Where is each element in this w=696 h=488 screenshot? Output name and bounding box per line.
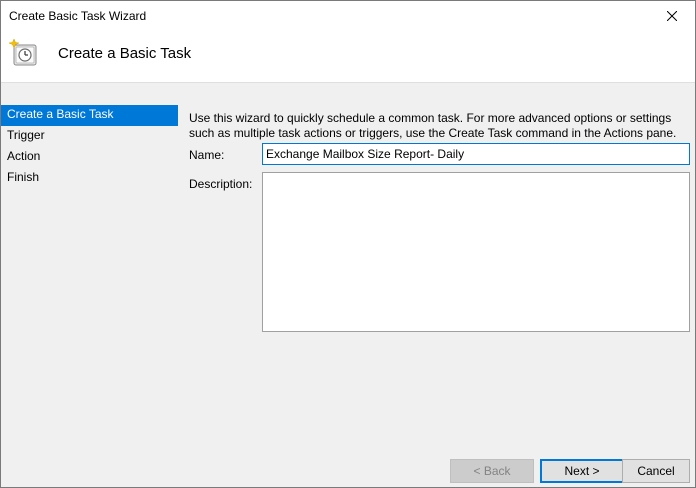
window-title: Create Basic Task Wizard: [9, 9, 147, 23]
sidebar-item-finish[interactable]: Finish: [1, 168, 178, 189]
back-button[interactable]: < Back: [450, 459, 534, 483]
next-button[interactable]: Next >: [540, 459, 624, 483]
wizard-window: Create Basic Task Wizard Create a Basic …: [0, 0, 696, 488]
title-bar: Create Basic Task Wizard: [1, 1, 695, 31]
name-input[interactable]: [262, 143, 690, 165]
task-clock-icon: [9, 38, 37, 66]
wizard-steps-sidebar: Create a Basic Task Trigger Action Finis…: [1, 105, 178, 205]
description-input[interactable]: [262, 172, 690, 332]
intro-text: Use this wizard to quickly schedule a co…: [189, 111, 677, 140]
sidebar-item-create-basic-task[interactable]: Create a Basic Task: [1, 105, 178, 126]
wizard-header: Create a Basic Task: [1, 31, 695, 83]
page-title: Create a Basic Task: [58, 45, 192, 62]
sidebar-item-trigger[interactable]: Trigger: [1, 126, 178, 147]
name-label: Name:: [189, 148, 225, 162]
cancel-button[interactable]: Cancel: [622, 459, 690, 483]
description-label: Description:: [189, 177, 253, 191]
sidebar-item-action[interactable]: Action: [1, 147, 178, 168]
close-button[interactable]: [649, 1, 695, 31]
close-icon: [667, 11, 677, 21]
